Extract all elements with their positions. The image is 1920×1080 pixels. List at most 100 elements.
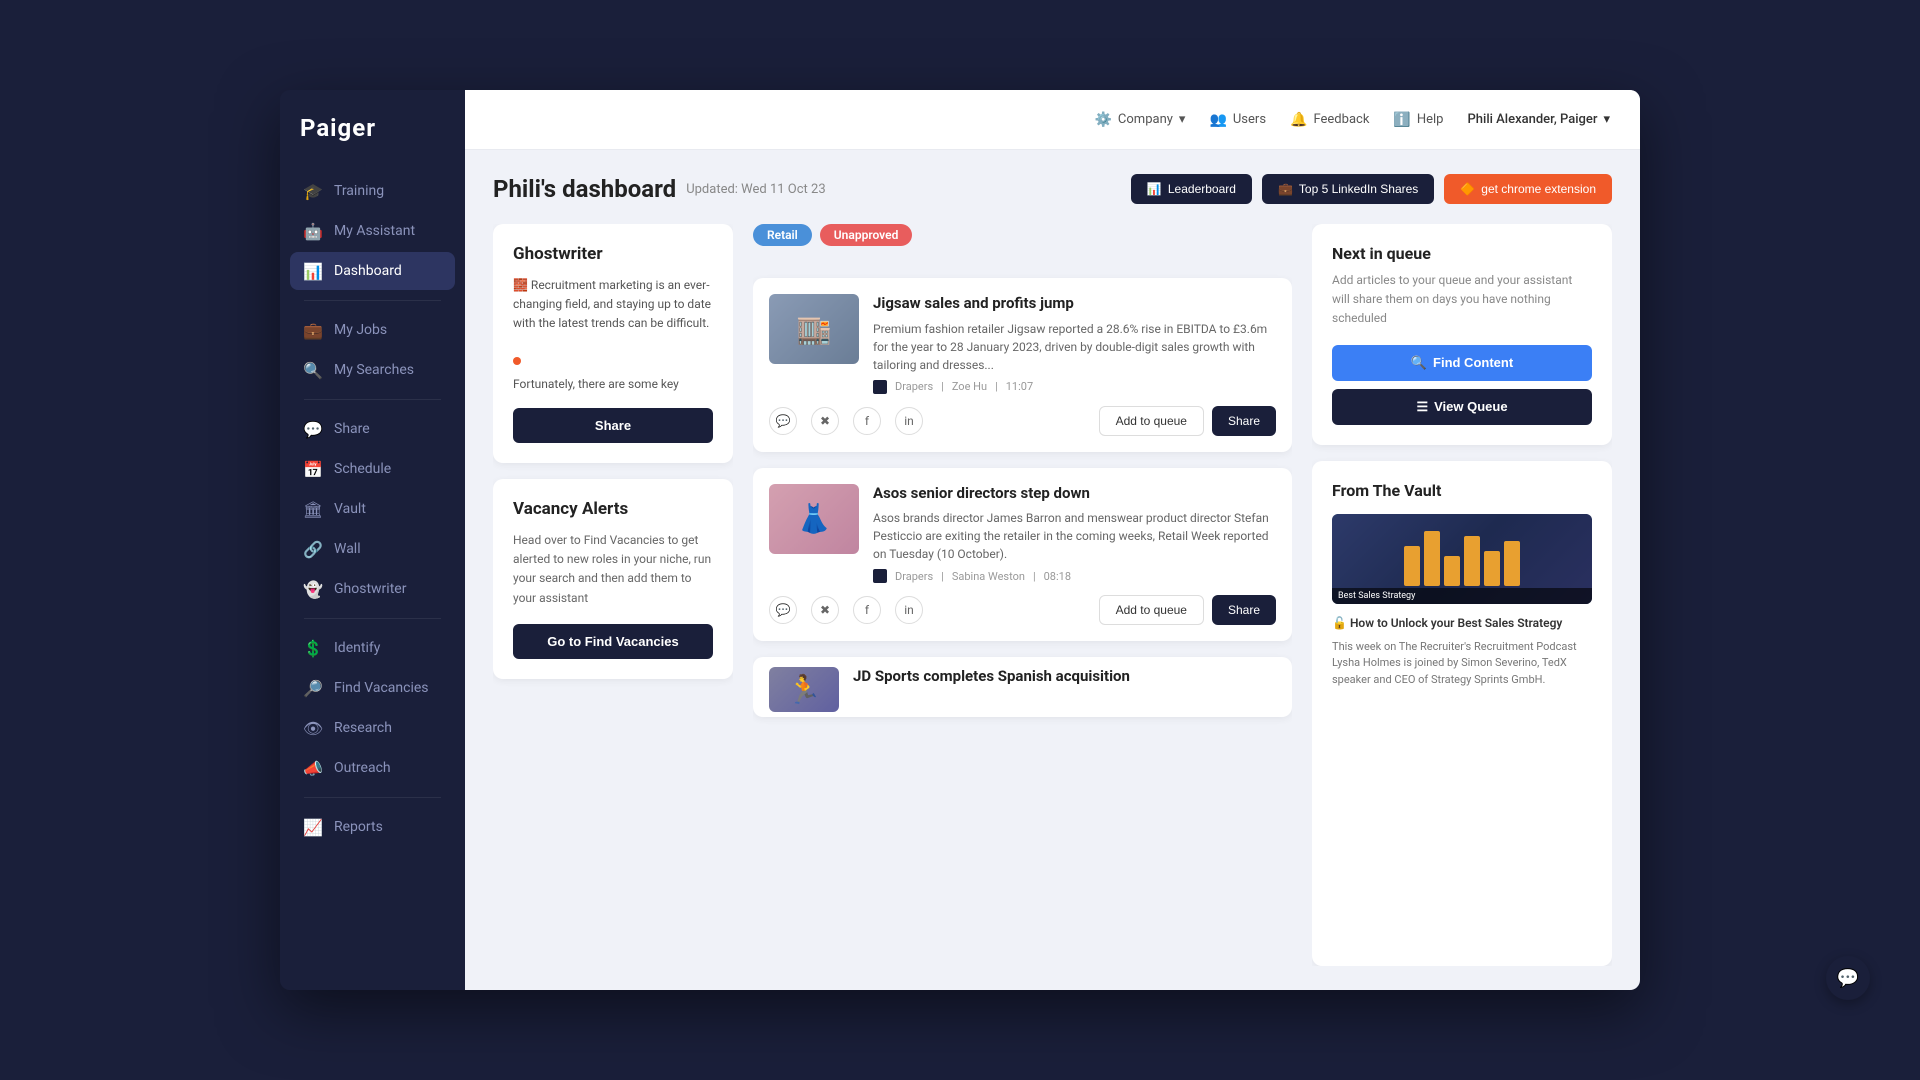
add-queue-label-1: Add to queue [1116, 603, 1187, 617]
header: ⚙️ Company ▾ 👥 Users 🔔 Feedback ℹ️ Help … [465, 90, 1640, 150]
sidebar-item-share[interactable]: 💬 Share [290, 410, 455, 448]
outreach-icon: 📣 [304, 759, 322, 777]
sidebar-item-my-jobs[interactable]: 💼 My Jobs [290, 311, 455, 349]
user-name: Phili Alexander, Paiger [1467, 112, 1597, 127]
retweet-icon-1[interactable]: ✖ [811, 596, 839, 624]
training-icon: 🎓 [304, 182, 322, 200]
vacancy-title: Vacancy Alerts [513, 499, 713, 519]
sidebar-item-schedule[interactable]: 📅 Schedule [290, 450, 455, 488]
sidebar-label-training: Training [334, 183, 384, 199]
article-info-1: Asos senior directors step down Asos bra… [873, 484, 1276, 584]
share-button-1[interactable]: Share [1212, 595, 1276, 625]
article-actions-1: 💬 ✖ f in Add to queue Share [769, 595, 1276, 625]
dashboard-actions: 📊 Leaderboard 💼 Top 5 LinkedIn Shares 🔶 … [1131, 174, 1612, 204]
user-menu[interactable]: Phili Alexander, Paiger ▾ [1467, 112, 1610, 127]
jobs-icon: 💼 [304, 321, 322, 339]
sidebar-label-share: Share [334, 421, 370, 437]
sidebar-item-wall[interactable]: 🔗 Wall [290, 530, 455, 568]
research-icon: 👁 [304, 719, 322, 737]
article-separator-1: | [941, 570, 944, 583]
sidebar-item-training[interactable]: 🎓 Training [290, 172, 455, 210]
ghostwriter-text: 🧱 Recruitment marketing is an ever-chang… [513, 276, 713, 396]
whatsapp-icon-1[interactable]: 💬 [769, 596, 797, 624]
share-label-0: Share [1228, 414, 1260, 428]
action-btns-1: Add to queue Share [1099, 595, 1276, 625]
retweet-icon-0[interactable]: ✖ [811, 407, 839, 435]
share-button-0[interactable]: Share [1212, 406, 1276, 436]
help-icon: ℹ️ [1393, 112, 1410, 128]
linkedin-icon: 💼 [1278, 182, 1293, 196]
queue-description: Add articles to your queue and your assi… [1332, 271, 1592, 329]
dashboard-area: Phili's dashboard Updated: Wed 11 Oct 23… [465, 150, 1640, 990]
linkedin-icon-1[interactable]: in [895, 596, 923, 624]
help-label: Help [1417, 112, 1444, 127]
add-queue-button-1[interactable]: Add to queue [1099, 595, 1204, 625]
sidebar-item-my-assistant[interactable]: 🤖 My Assistant [290, 212, 455, 250]
sidebar-item-outreach[interactable]: 📣 Outreach [290, 749, 455, 787]
facebook-icon-0[interactable]: f [853, 407, 881, 435]
sidebar-item-vault[interactable]: 🏛 Vault [290, 490, 455, 528]
vault-description: This week on The Recruiter's Recruitment… [1332, 639, 1592, 689]
sidebar-item-ghostwriter[interactable]: 👻 Ghostwriter [290, 570, 455, 608]
sidebar-item-find-vacancies[interactable]: 🔎 Find Vacancies [290, 669, 455, 707]
chrome-button[interactable]: 🔶 get chrome extension [1444, 174, 1612, 204]
sidebar-item-research[interactable]: 👁 Research [290, 709, 455, 747]
search-icon: 🔍 [1411, 355, 1427, 371]
view-queue-label: View Queue [1434, 399, 1507, 414]
sidebar-divider-4 [304, 797, 441, 798]
article-separator2-1: | [1033, 570, 1036, 583]
sidebar-label-jobs: My Jobs [334, 322, 387, 338]
source-icon-1 [873, 569, 887, 583]
article-desc-1: Asos brands director James Barron and me… [873, 509, 1276, 563]
list-icon: ☰ [1416, 399, 1428, 415]
chat-icon: 💬 [1837, 968, 1859, 989]
chat-button[interactable]: 💬 [1826, 956, 1870, 1000]
article-time-0: 11:07 [1006, 380, 1033, 393]
sidebar-item-my-searches[interactable]: 🔍 My Searches [290, 351, 455, 389]
users-menu[interactable]: 👥 Users [1209, 112, 1266, 128]
tag-retail[interactable]: Retail [753, 224, 812, 246]
article-card-1: 👗 Asos senior directors step down Asos b… [753, 468, 1292, 642]
ghostwriter-title: Ghostwriter [513, 244, 713, 264]
article-separator2-0: | [995, 380, 998, 393]
ghostwriter-share-button[interactable]: Share [513, 408, 713, 443]
sidebar-item-reports[interactable]: 📈 Reports [290, 808, 455, 846]
find-content-button[interactable]: 🔍 Find Content [1332, 345, 1592, 381]
view-queue-button[interactable]: ☰ View Queue [1332, 389, 1592, 425]
sidebar-nav: 🎓 Training 🤖 My Assistant 📊 Dashboard 💼 … [280, 172, 465, 846]
article-body-0: 🏬 Jigsaw sales and profits jump Premium … [769, 294, 1276, 394]
article-tags: Retail Unapproved [753, 224, 1292, 246]
facebook-icon-1[interactable]: f [853, 596, 881, 624]
dashboard-updated: Updated: Wed 11 Oct 23 [686, 182, 825, 197]
vault-card: From The Vault [1312, 461, 1612, 966]
add-queue-button-0[interactable]: Add to queue [1099, 406, 1204, 436]
dashboard-title-text: Phili's dashboard [493, 175, 676, 203]
find-vacancies-icon: 🔎 [304, 679, 322, 697]
leaderboard-label: Leaderboard [1168, 182, 1236, 196]
users-label: Users [1233, 112, 1266, 127]
company-label: Company [1118, 112, 1173, 127]
tag-unapproved[interactable]: Unapproved [820, 224, 913, 246]
vault-icon: 🏛 [304, 500, 322, 518]
leaderboard-icon: 📊 [1147, 182, 1162, 196]
feedback-menu[interactable]: 🔔 Feedback [1290, 112, 1369, 128]
linkedin-icon-0[interactable]: in [895, 407, 923, 435]
identify-icon: 💲 [304, 639, 322, 657]
linkedin-button[interactable]: 💼 Top 5 LinkedIn Shares [1262, 174, 1434, 204]
share-icon: 💬 [304, 420, 322, 438]
action-btns-0: Add to queue Share [1099, 406, 1276, 436]
sidebar-item-dashboard[interactable]: 📊 Dashboard [290, 252, 455, 290]
sidebar-label-find-vacancies: Find Vacancies [334, 680, 429, 696]
mid-column: Retail Unapproved 🏬 Jigsaw sales and pro… [753, 224, 1292, 966]
article-image-1: 👗 [769, 484, 859, 554]
sidebar-item-identify[interactable]: 💲 Identify [290, 629, 455, 667]
dashboard-header: Phili's dashboard Updated: Wed 11 Oct 23… [493, 174, 1612, 204]
help-menu[interactable]: ℹ️ Help [1393, 112, 1443, 128]
left-column: Ghostwriter 🧱 Recruitment marketing is a… [493, 224, 733, 966]
company-menu[interactable]: ⚙️ Company ▾ [1094, 112, 1185, 128]
go-to-vacancies-button[interactable]: Go to Find Vacancies [513, 624, 713, 659]
vault-emoji: 🔓 [1332, 616, 1347, 630]
leaderboard-button[interactable]: 📊 Leaderboard [1131, 174, 1252, 204]
whatsapp-icon-0[interactable]: 💬 [769, 407, 797, 435]
social-icons-0: 💬 ✖ f in [769, 407, 923, 435]
